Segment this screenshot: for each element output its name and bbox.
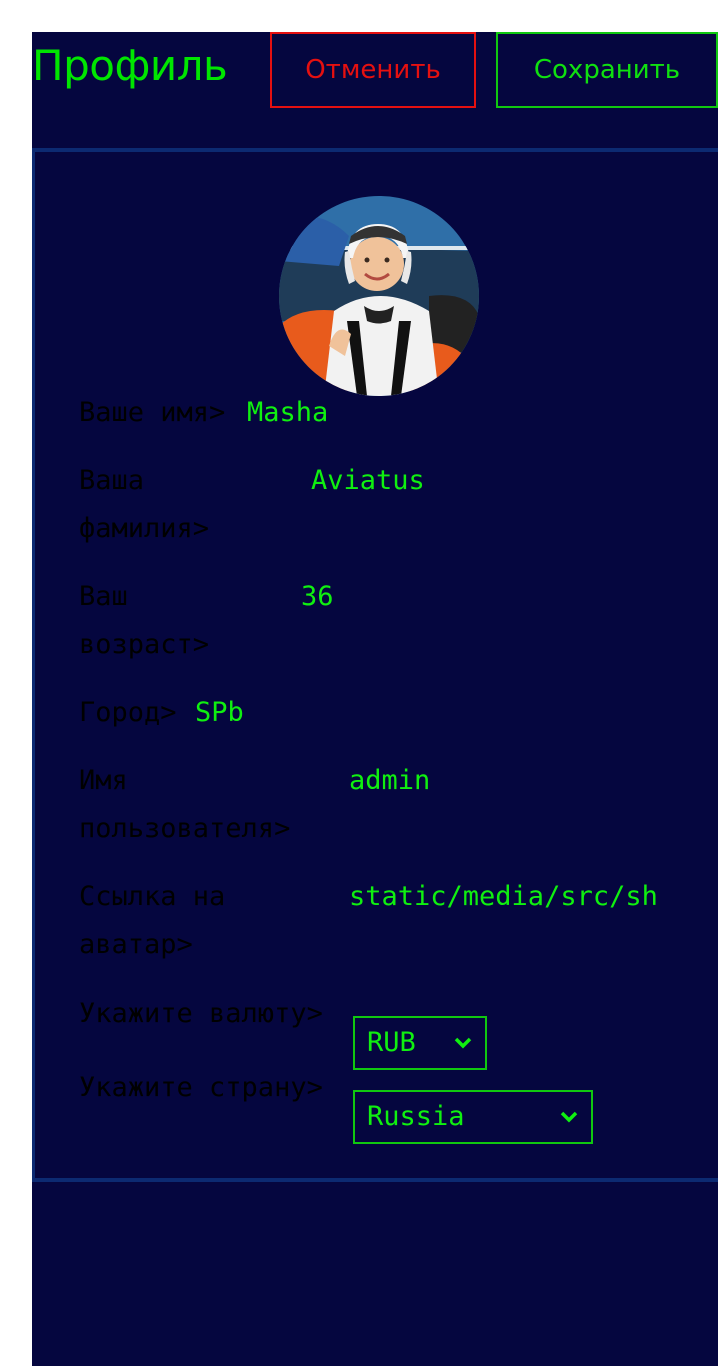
city-value[interactable]: SPb — [195, 689, 244, 737]
avatar-link-value[interactable]: static/media/src/sh — [349, 873, 677, 921]
field-label: Ваше имя> — [79, 397, 226, 428]
page-title: Профиль — [32, 41, 228, 90]
field-avatar-link: Ссылка на аватар> static/media/src/sh — [79, 873, 699, 969]
save-button[interactable]: Сохранить — [496, 32, 718, 108]
chevron-down-icon — [559, 1092, 579, 1142]
country-selected: Russia — [367, 1101, 465, 1132]
avatar — [279, 196, 479, 396]
profile-screen: Профиль Отменить Сохранить Ваше имя> Mas… — [32, 32, 718, 1366]
first-name-value[interactable]: Masha — [247, 389, 328, 437]
field-label: Ссылка на аватар> — [79, 881, 226, 960]
chevron-down-icon — [453, 1018, 473, 1068]
currency-selected: RUB — [367, 1027, 416, 1058]
field-last-name: Ваша фамилия> Aviatus — [79, 457, 699, 553]
field-first-name: Ваше имя> Masha — [79, 389, 699, 437]
avatar-image — [279, 196, 479, 396]
field-label: Город> — [79, 697, 177, 728]
field-age: Ваш возраст> 36 — [79, 573, 699, 669]
profile-card: Ваше имя> Masha Ваша фамилия> Aviatus Ва… — [32, 148, 718, 1182]
field-username: Имя пользователя> admin — [79, 757, 699, 853]
field-label: Укажите страну> — [79, 1072, 323, 1103]
username-value[interactable]: admin — [349, 757, 430, 805]
field-label: Укажите валюту> — [79, 998, 323, 1029]
field-city: Город> SPb — [79, 689, 699, 737]
last-name-value[interactable]: Aviatus — [311, 457, 425, 505]
currency-select[interactable]: RUB — [353, 1016, 487, 1070]
age-value[interactable]: 36 — [301, 573, 334, 621]
cancel-button[interactable]: Отменить — [270, 32, 476, 108]
field-label: Ваша фамилия> — [79, 465, 210, 544]
field-label: Ваш возраст> — [79, 581, 210, 660]
field-label: Имя пользователя> — [79, 765, 291, 844]
country-select[interactable]: Russia — [353, 1090, 593, 1144]
